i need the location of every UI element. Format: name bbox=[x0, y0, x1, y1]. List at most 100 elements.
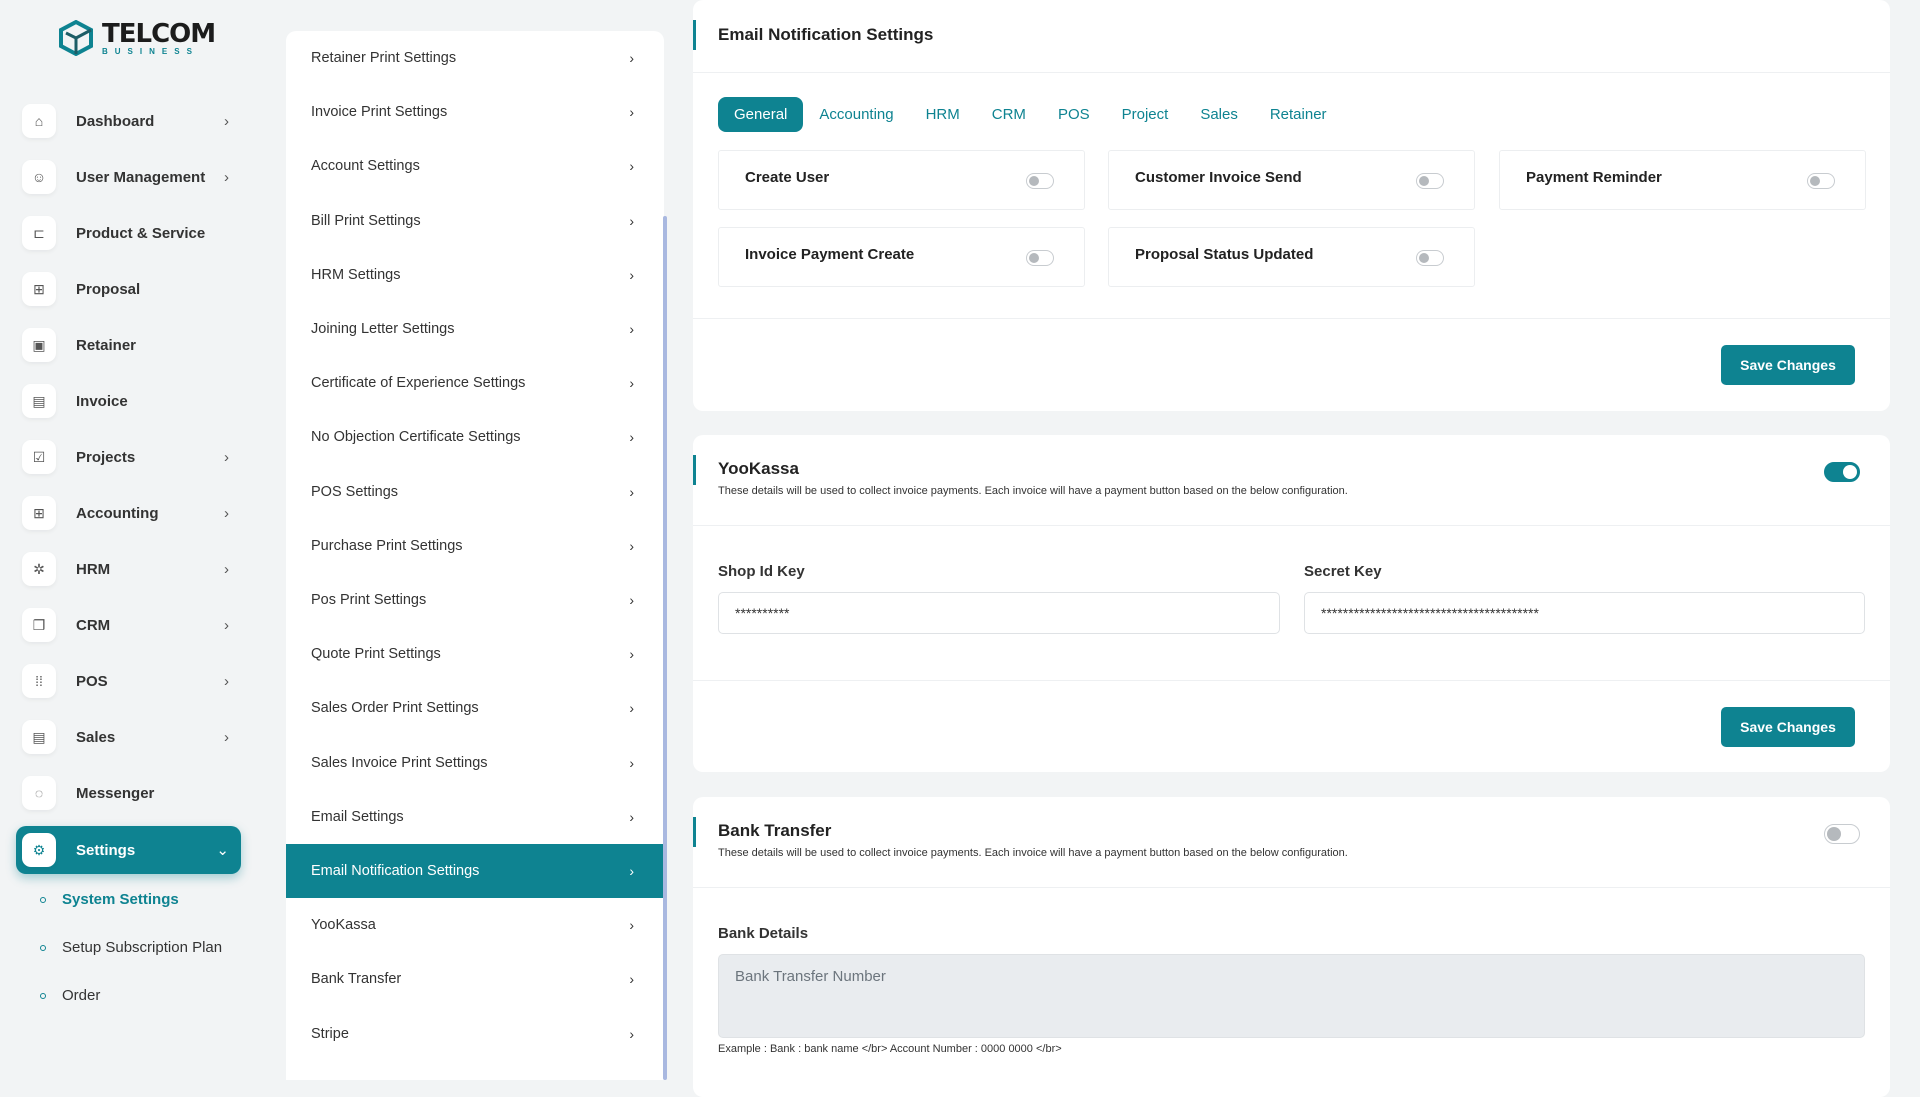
tab-retainer[interactable]: Retainer bbox=[1254, 97, 1343, 132]
settings-menu-item[interactable]: HRM Settings› bbox=[286, 248, 664, 302]
tab-hrm[interactable]: HRM bbox=[910, 97, 976, 132]
settings-menu-label: Retainer Print Settings bbox=[311, 50, 456, 66]
notification-toggle[interactable] bbox=[1026, 173, 1054, 189]
chevron-right-icon: › bbox=[629, 592, 634, 608]
settings-menu-item[interactable]: Joining Letter Settings› bbox=[286, 302, 664, 356]
bank-details-textarea[interactable]: Bank Transfer Number bbox=[718, 954, 1865, 1038]
toggle-label: Payment Reminder bbox=[1526, 169, 1662, 186]
save-changes-button[interactable]: Save Changes bbox=[1721, 707, 1855, 747]
settings-menu-item[interactable]: Sales Order Print Settings› bbox=[286, 681, 664, 735]
chevron-right-icon: › bbox=[629, 809, 634, 825]
tab-project[interactable]: Project bbox=[1106, 97, 1185, 132]
sidebar-item-label: Retainer bbox=[76, 337, 136, 354]
tab-general[interactable]: General bbox=[718, 97, 803, 132]
notification-toggle-row: Payment Reminder bbox=[1499, 150, 1866, 210]
sidebar-item-label: Sales bbox=[76, 729, 115, 746]
users-icon: ☺ bbox=[22, 160, 56, 194]
chevron-down-icon: ⌄ bbox=[216, 841, 229, 859]
sales-icon: ▤ bbox=[22, 720, 56, 754]
tab-crm[interactable]: CRM bbox=[976, 97, 1042, 132]
settings-menu-item[interactable]: Invoice Print Settings› bbox=[286, 85, 664, 139]
settings-menu-label: Certificate of Experience Settings bbox=[311, 375, 525, 391]
home-icon: ⌂ bbox=[22, 104, 56, 138]
chevron-right-icon: › bbox=[629, 971, 634, 987]
chevron-right-icon: › bbox=[629, 213, 634, 229]
save-changes-button[interactable]: Save Changes bbox=[1721, 345, 1855, 385]
notification-toggle[interactable] bbox=[1416, 173, 1444, 189]
settings-menu-item[interactable]: Account Settings› bbox=[286, 139, 664, 193]
card-title: Bank Transfer bbox=[718, 821, 831, 841]
brand-name: TELCOM bbox=[102, 21, 215, 47]
sidebar-item-hrm[interactable]: ✲HRM› bbox=[16, 545, 241, 593]
sidebar-item-accounting[interactable]: ⊞Accounting› bbox=[16, 489, 241, 537]
tab-pos[interactable]: POS bbox=[1042, 97, 1106, 132]
secret-key-input[interactable]: **************************************** bbox=[1304, 592, 1865, 634]
settings-menu-item[interactable]: Quote Print Settings› bbox=[286, 627, 664, 681]
tab-accounting[interactable]: Accounting bbox=[803, 97, 909, 132]
sidebar-item-label: Proposal bbox=[76, 281, 140, 298]
sidebar-item-label: Invoice bbox=[76, 393, 128, 410]
bank-transfer-enable-toggle[interactable] bbox=[1824, 824, 1860, 844]
settings-menu-item[interactable]: Bank Transfer› bbox=[286, 952, 664, 1006]
sidebar-item-product-service[interactable]: ⊏Product & Service bbox=[16, 209, 241, 257]
email-notification-card: Email Notification Settings GeneralAccou… bbox=[693, 0, 1890, 411]
settings-menu: Retainer Print Settings›Invoice Print Se… bbox=[286, 31, 664, 1080]
sidebar-item-crm[interactable]: ❐CRM› bbox=[16, 601, 241, 649]
settings-menu-item[interactable]: YooKassa› bbox=[286, 898, 664, 952]
settings-menu-item[interactable]: Bill Print Settings› bbox=[286, 194, 664, 248]
chevron-right-icon: › bbox=[629, 484, 634, 500]
settings-menu-item[interactable]: Sales Invoice Print Settings› bbox=[286, 736, 664, 790]
toggle-label: Customer Invoice Send bbox=[1135, 169, 1302, 186]
sidebar-item-retainer[interactable]: ▣Retainer bbox=[16, 321, 241, 369]
settings-menu-item[interactable]: Pos Print Settings› bbox=[286, 573, 664, 627]
submenu-item[interactable]: System Settings bbox=[40, 891, 179, 908]
chevron-right-icon: › bbox=[224, 505, 229, 522]
sidebar-item-dashboard[interactable]: ⌂Dashboard› bbox=[16, 97, 241, 145]
card-title: YooKassa bbox=[718, 459, 799, 479]
yookassa-card: YooKassa These details will be used to c… bbox=[693, 435, 1890, 772]
sidebar-item-proposal[interactable]: ⊞ Proposal bbox=[16, 265, 241, 313]
invoice-icon: ▤ bbox=[22, 384, 56, 418]
sidebar-item-sales[interactable]: ▤Sales› bbox=[16, 713, 241, 761]
settings-menu-item[interactable]: Retainer Print Settings › bbox=[286, 31, 664, 85]
tab-sales[interactable]: Sales bbox=[1184, 97, 1254, 132]
chevron-right-icon: › bbox=[629, 646, 634, 662]
settings-menu-item[interactable]: Stripe› bbox=[286, 1007, 664, 1061]
settings-menu-label: Email Notification Settings bbox=[311, 863, 479, 879]
settings-menu-item[interactable]: Certificate of Experience Settings› bbox=[286, 356, 664, 410]
sidebar-item-messenger[interactable]: ◌Messenger bbox=[16, 769, 241, 817]
settings-menu-item[interactable]: Email Notification Settings› bbox=[286, 844, 664, 898]
settings-menu-item[interactable]: No Objection Certificate Settings› bbox=[286, 410, 664, 464]
settings-menu-label: HRM Settings bbox=[311, 267, 400, 283]
chevron-right-icon: › bbox=[629, 104, 634, 120]
submenu-item-label: Setup Subscription Plan bbox=[62, 939, 222, 956]
sidebar-item-settings[interactable]: ⚙Settings⌄ bbox=[16, 826, 241, 874]
settings-menu-label: Email Settings bbox=[311, 809, 404, 825]
yookassa-enable-toggle[interactable] bbox=[1824, 462, 1860, 482]
chevron-right-icon: › bbox=[629, 50, 634, 66]
sidebar-item-invoice[interactable]: ▤ Invoice bbox=[16, 377, 241, 425]
proposal-icon: ⊞ bbox=[22, 272, 56, 306]
settings-menu-item[interactable]: Email Settings › bbox=[286, 790, 664, 844]
sidebar-item-pos[interactable]: ⁞⁞POS› bbox=[16, 657, 241, 705]
sidebar-item-projects[interactable]: ☑Projects› bbox=[16, 433, 241, 481]
settings-menu-item[interactable]: POS Settings› bbox=[286, 465, 664, 519]
settings-menu-label: Account Settings bbox=[311, 158, 420, 174]
chevron-right-icon: › bbox=[224, 561, 229, 578]
settings-menu-item[interactable]: Paypal› bbox=[286, 1061, 664, 1080]
bullet-icon bbox=[40, 945, 46, 951]
notification-toggle[interactable] bbox=[1026, 250, 1054, 266]
messenger-icon: ◌ bbox=[22, 776, 56, 810]
shop-id-input[interactable]: ********** bbox=[718, 592, 1280, 634]
submenu-item[interactable]: Setup Subscription Plan bbox=[40, 939, 222, 956]
toggle-label: Proposal Status Updated bbox=[1135, 246, 1313, 263]
sidebar-item-user-management[interactable]: ☺User Management› bbox=[16, 153, 241, 201]
notification-toggle[interactable] bbox=[1807, 173, 1835, 189]
chevron-right-icon: › bbox=[629, 917, 634, 933]
submenu-item[interactable]: Order bbox=[40, 987, 100, 1004]
notification-toggle[interactable] bbox=[1416, 250, 1444, 266]
sidebar-item-label: Settings bbox=[76, 842, 135, 859]
settings-menu-label: Joining Letter Settings bbox=[311, 321, 454, 337]
settings-menu-item[interactable]: Purchase Print Settings› bbox=[286, 519, 664, 573]
scrollbar[interactable] bbox=[663, 216, 667, 1080]
